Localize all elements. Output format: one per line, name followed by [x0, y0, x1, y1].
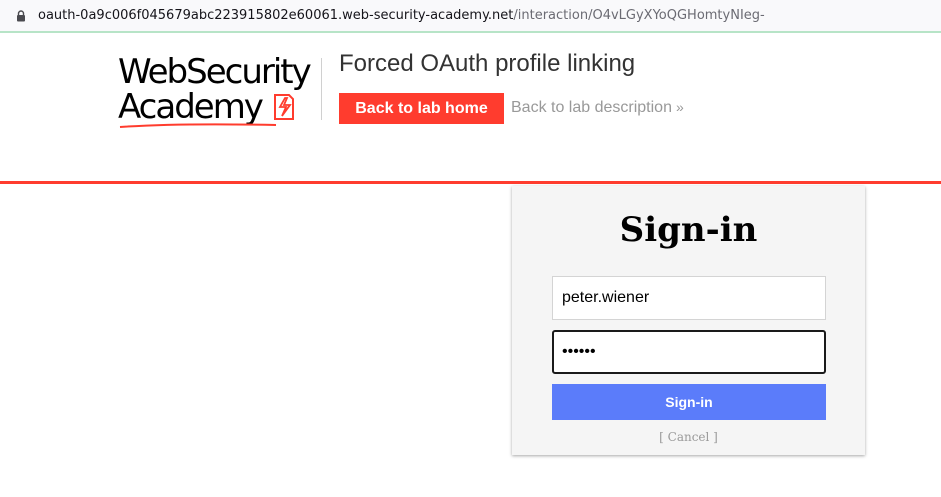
url-path: /interaction/O4vLGyXYoQGHomtyNIeg-: [513, 8, 765, 23]
url-text[interactable]: oauth-0a9c006f045679abc223915802e60061.w…: [38, 8, 765, 23]
cancel-link[interactable]: [ Cancel ]: [512, 430, 865, 444]
lock-icon: [17, 10, 25, 22]
signin-button[interactable]: Sign-in: [552, 384, 826, 420]
password-input[interactable]: [552, 330, 826, 374]
signin-card: Sign-in Sign-in [ Cancel ]: [512, 186, 865, 455]
lightning-bolt-icon: [274, 94, 294, 120]
lab-title: Forced OAuth profile linking: [339, 50, 636, 77]
back-to-lab-home-button[interactable]: Back to lab home: [339, 93, 504, 124]
address-bar[interactable]: oauth-0a9c006f045679abc223915802e60061.w…: [0, 0, 941, 33]
username-input[interactable]: [552, 276, 826, 320]
logo-underline-swoosh: [119, 123, 277, 128]
signin-title: Sign-in: [619, 210, 758, 250]
back-to-lab-description-label: Back to lab description: [511, 99, 672, 116]
web-security-academy-logo[interactable]: WebSecurity Academy: [118, 55, 323, 131]
url-host: oauth-0a9c006f045679abc223915802e60061.w…: [38, 8, 514, 23]
back-to-lab-description-link[interactable]: Back to lab description»: [511, 99, 684, 117]
header-separator: [0, 181, 941, 184]
double-chevron-right-icon: »: [675, 99, 684, 115]
header-divider: [321, 58, 322, 120]
